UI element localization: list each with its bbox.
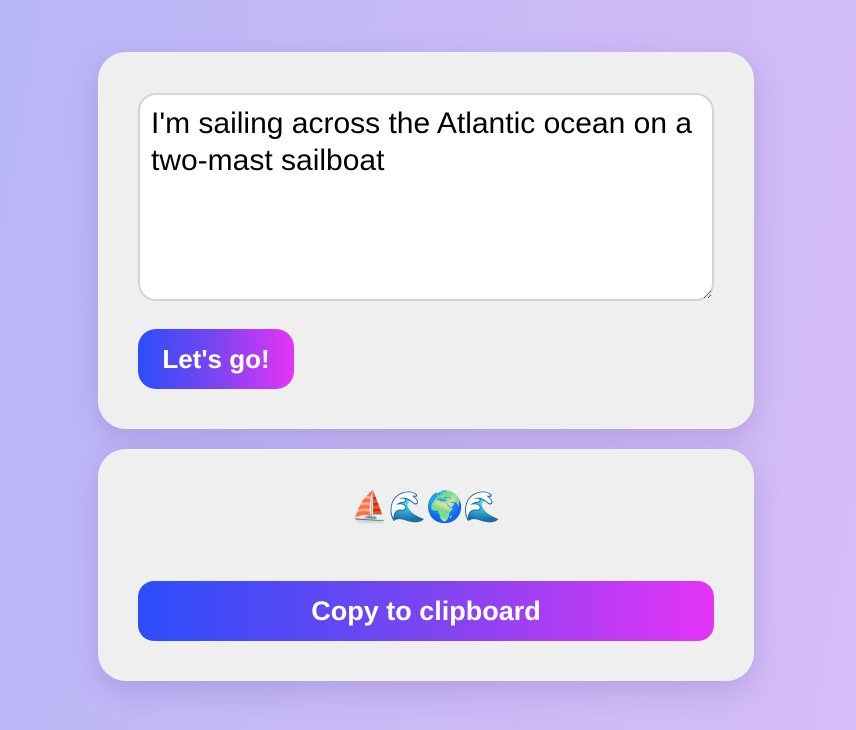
sentence-input[interactable]: I'm sailing across the Atlantic ocean on…	[138, 93, 714, 301]
output-card: ⛵🌊🌍🌊 Copy to clipboard	[98, 449, 754, 681]
input-card: I'm sailing across the Atlantic ocean on…	[98, 52, 754, 429]
lets-go-button[interactable]: Let's go!	[138, 329, 294, 389]
copy-to-clipboard-button[interactable]: Copy to clipboard	[138, 581, 714, 641]
emoji-result: ⛵🌊🌍🌊	[351, 490, 501, 525]
text-input-wrapper: I'm sailing across the Atlantic ocean on…	[138, 93, 714, 301]
